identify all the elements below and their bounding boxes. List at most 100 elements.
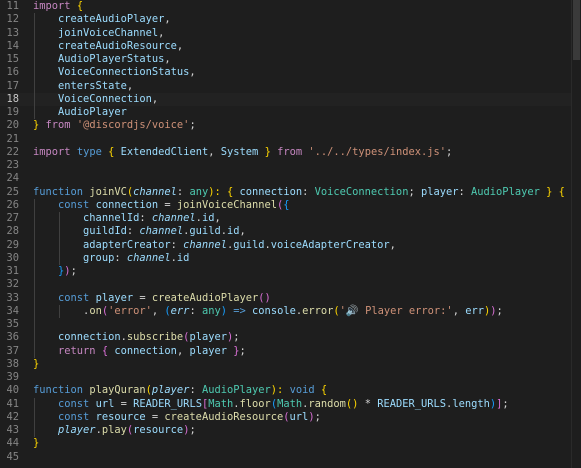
code-token: entersState <box>33 79 127 92</box>
code-token: AudioPlayer <box>33 106 127 118</box>
code-line[interactable]: 44} <box>0 437 581 450</box>
line-number: 14 <box>6 39 19 52</box>
code-line[interactable]: 26 const connection = joinVoiceChannel({ <box>0 198 581 212</box>
code-token: connection <box>95 198 159 211</box>
code-token: createAudioResource <box>33 39 177 52</box>
code-line[interactable]: 39 <box>0 371 581 384</box>
code-text: function joinVC(channel: any): { connect… <box>33 186 565 199</box>
code-line[interactable]: 15 AudioPlayerStatus, <box>0 53 581 67</box>
code-line[interactable]: 16 VoiceConnectionStatus, <box>0 66 581 80</box>
code-token: subscribe <box>126 331 184 344</box>
code-token: : <box>176 185 190 198</box>
code-text: } <box>33 437 39 450</box>
line-number: 17 <box>6 79 19 92</box>
code-token: READER_URLS <box>133 397 202 410</box>
code-token: player <box>151 384 190 397</box>
code-line[interactable]: 36 connection.subscribe(player); <box>0 331 581 345</box>
code-token: : <box>189 384 202 397</box>
code-text: entersState, <box>33 80 133 93</box>
code-line[interactable]: 23 <box>0 159 581 172</box>
line-number: 45 <box>6 450 19 463</box>
line-number: 29 <box>6 238 19 251</box>
code-token: : <box>126 225 140 238</box>
code-line[interactable]: 38} <box>0 358 581 371</box>
code-line[interactable]: 42 const resource = createAudioResource(… <box>0 410 581 424</box>
line-number: 36 <box>6 331 19 344</box>
code-line[interactable]: 33 const player = createAudioPlayer() <box>0 291 581 305</box>
code-token: : <box>139 212 152 224</box>
vertical-scrollbar[interactable] <box>571 0 581 468</box>
code-token: from <box>277 145 303 158</box>
code-line[interactable]: 29 adapterCreator: channel.guild.voiceAd… <box>0 238 581 252</box>
code-token: err <box>465 304 484 317</box>
code-token: function <box>33 185 84 198</box>
code-token: { <box>76 0 84 12</box>
code-line[interactable]: 43 player.play(resource); <box>0 424 581 438</box>
code-line[interactable]: 24 <box>0 172 581 185</box>
code-line[interactable]: 34 .on('error', (err: any) => console.er… <box>0 304 581 318</box>
code-line[interactable]: 45 <box>0 451 581 464</box>
code-line[interactable]: 17 entersState, <box>0 79 581 93</box>
code-line[interactable]: 19 AudioPlayer <box>0 106 581 120</box>
code-line[interactable]: 18 VoiceConnection, <box>0 92 581 106</box>
code-token: System <box>220 145 259 158</box>
code-token: id <box>226 225 240 238</box>
code-line[interactable]: 37 return { connection, player }; <box>0 344 581 358</box>
code-token: , <box>452 304 466 317</box>
code-token: type <box>76 145 102 158</box>
code-line[interactable]: 14 createAudioResource, <box>0 39 581 53</box>
line-number: 25 <box>6 185 19 198</box>
line-number: 38 <box>6 357 19 370</box>
code-text: createAudioPlayer, <box>33 13 171 26</box>
line-number: 28 <box>6 225 19 238</box>
line-number: 13 <box>6 26 19 39</box>
code-token: resource <box>95 410 146 423</box>
code-token: connection <box>239 185 303 198</box>
code-token: : <box>302 185 315 198</box>
code-line[interactable]: 12 createAudioPlayer, <box>0 13 581 27</box>
code-line[interactable]: 13 joinVoiceChannel, <box>0 26 581 40</box>
code-line[interactable]: 30 group: channel.id <box>0 251 581 265</box>
code-token: = <box>158 198 177 211</box>
code-text: connection.subscribe(player); <box>33 331 240 344</box>
code-line[interactable]: 40 function playQuran(player: AudioPlayer… <box>0 384 581 397</box>
scrollbar-thumb[interactable] <box>573 0 580 60</box>
code-line[interactable]: 25 function joinVC(channel: any): { conne… <box>0 186 581 199</box>
code-token: Math <box>277 397 303 410</box>
code-token: joinVoiceChannel <box>176 198 278 211</box>
code-token: connection <box>58 331 121 344</box>
code-token: ): <box>270 384 290 397</box>
code-token: createAudioResource <box>164 410 284 423</box>
code-line[interactable]: 35 <box>0 318 581 332</box>
code-token: const <box>58 397 90 410</box>
code-line[interactable]: 21 <box>0 133 581 146</box>
code-token: VoiceConnection <box>33 92 152 105</box>
code-text: } <box>33 358 39 371</box>
code-lines: 11 import {12 createAudioPlayer, 13 joinVo… <box>0 0 581 464</box>
code-line[interactable]: 22 import type { ExtendedClient, System }… <box>0 146 581 159</box>
code-token: guildId <box>83 225 127 238</box>
code-token: ; <box>233 331 240 344</box>
code-line[interactable]: 20} from '@discordjs/voice'; <box>0 119 581 132</box>
code-text: joinVoiceChannel, <box>33 27 164 40</box>
line-number: 44 <box>6 437 19 450</box>
line-number: 24 <box>6 172 19 185</box>
code-token: const <box>58 410 90 423</box>
line-number: 21 <box>6 132 19 145</box>
code-token: , <box>214 212 221 224</box>
code-line[interactable]: 32 <box>0 278 581 292</box>
code-line[interactable]: 11 import { <box>0 0 581 13</box>
indent-guide <box>34 278 35 292</box>
code-line[interactable]: 41 const url = READER_URLS[Math.floor(Ma… <box>0 397 581 411</box>
code-token: player <box>95 291 134 304</box>
code-line[interactable]: 31 }); <box>0 265 581 279</box>
code-token: createAudioPlayer <box>151 291 259 304</box>
code-line[interactable]: 27 channelId: channel.id, <box>0 212 581 226</box>
code-token: ): <box>208 185 227 198</box>
code-line[interactable]: 28 guildId: channel.guild.id, <box>0 225 581 239</box>
code-editor[interactable]: 11 import {12 createAudioPlayer, 13 joinVo… <box>0 0 581 468</box>
code-text: }); <box>33 265 77 278</box>
